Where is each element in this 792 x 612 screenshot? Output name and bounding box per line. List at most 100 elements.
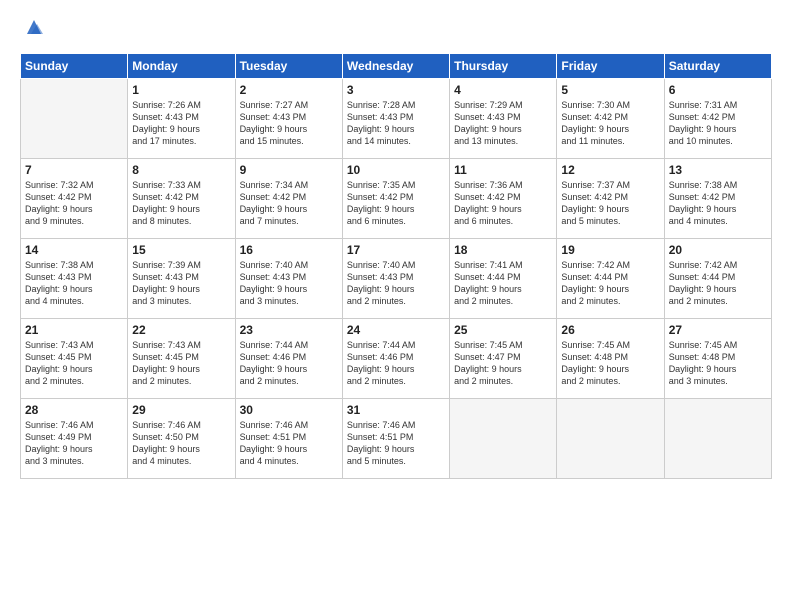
day-cell: 30Sunrise: 7:46 AM Sunset: 4:51 PM Dayli… (235, 399, 342, 479)
day-number: 8 (132, 163, 230, 177)
day-cell: 15 Sunrise: 7:39 AM Sunset: 4:43 PM Dayli… (128, 239, 235, 319)
header-cell-tuesday: Tuesday (235, 54, 342, 79)
day-info: Sunrise: 7:30 AM Sunset: 4:42 PM Dayligh… (561, 99, 659, 148)
day-number: 31 (347, 403, 445, 417)
day-cell: 10 Sunrise: 7:35 AM Sunset: 4:42 PM Dayli… (342, 159, 449, 239)
week-row-3: 14 Sunrise: 7:38 AM Sunset: 4:43 PM Dayli… (21, 239, 772, 319)
day-cell: 27 Sunrise: 7:45 AM Sunset: 4:48 PM Dayli… (664, 319, 771, 399)
day-cell (664, 399, 771, 479)
header-cell-monday: Monday (128, 54, 235, 79)
day-info: Sunrise: 7:34 AM Sunset: 4:42 PM Dayligh… (240, 179, 338, 228)
day-cell: 28Sunrise: 7:46 AM Sunset: 4:49 PM Dayli… (21, 399, 128, 479)
day-info: Sunrise: 7:42 AM Sunset: 4:44 PM Dayligh… (669, 259, 767, 308)
calendar-table: SundayMondayTuesdayWednesdayThursdayFrid… (20, 53, 772, 479)
day-info: Sunrise: 7:43 AM Sunset: 4:45 PM Dayligh… (25, 339, 123, 388)
day-number: 22 (132, 323, 230, 337)
day-cell: 19Sunrise: 7:42 AM Sunset: 4:44 PM Dayli… (557, 239, 664, 319)
day-info: Sunrise: 7:33 AM Sunset: 4:42 PM Dayligh… (132, 179, 230, 228)
day-cell: 2 Sunrise: 7:27 AM Sunset: 4:43 PM Daylig… (235, 79, 342, 159)
day-cell: 4Sunrise: 7:29 AM Sunset: 4:43 PM Daylig… (450, 79, 557, 159)
day-cell: 7 Sunrise: 7:32 AM Sunset: 4:42 PM Daylig… (21, 159, 128, 239)
day-number: 15 (132, 243, 230, 257)
day-cell: 3 Sunrise: 7:28 AM Sunset: 4:43 PM Daylig… (342, 79, 449, 159)
day-cell: 29Sunrise: 7:46 AM Sunset: 4:50 PM Dayli… (128, 399, 235, 479)
day-number: 5 (561, 83, 659, 97)
day-info: Sunrise: 7:38 AM Sunset: 4:43 PM Dayligh… (25, 259, 123, 308)
day-number: 24 (347, 323, 445, 337)
day-info: Sunrise: 7:45 AM Sunset: 4:48 PM Dayligh… (561, 339, 659, 388)
day-number: 10 (347, 163, 445, 177)
day-cell: 18 Sunrise: 7:41 AM Sunset: 4:44 PM Dayli… (450, 239, 557, 319)
day-info: Sunrise: 7:26 AM Sunset: 4:43 PM Dayligh… (132, 99, 230, 148)
day-cell (21, 79, 128, 159)
week-row-5: 28Sunrise: 7:46 AM Sunset: 4:49 PM Dayli… (21, 399, 772, 479)
day-info: Sunrise: 7:41 AM Sunset: 4:44 PM Dayligh… (454, 259, 552, 308)
day-cell: 16Sunrise: 7:40 AM Sunset: 4:43 PM Dayli… (235, 239, 342, 319)
header-cell-sunday: Sunday (21, 54, 128, 79)
day-info: Sunrise: 7:45 AM Sunset: 4:47 PM Dayligh… (454, 339, 552, 388)
day-number: 30 (240, 403, 338, 417)
day-number: 20 (669, 243, 767, 257)
week-row-1: 1 Sunrise: 7:26 AM Sunset: 4:43 PM Daylig… (21, 79, 772, 159)
day-number: 23 (240, 323, 338, 337)
day-cell (557, 399, 664, 479)
day-cell: 22 Sunrise: 7:43 AM Sunset: 4:45 PM Dayli… (128, 319, 235, 399)
day-cell: 6 Sunrise: 7:31 AM Sunset: 4:42 PM Daylig… (664, 79, 771, 159)
day-info: Sunrise: 7:46 AM Sunset: 4:51 PM Dayligh… (347, 419, 445, 468)
week-row-4: 21 Sunrise: 7:43 AM Sunset: 4:45 PM Dayli… (21, 319, 772, 399)
day-cell: 12 Sunrise: 7:37 AM Sunset: 4:42 PM Dayli… (557, 159, 664, 239)
day-info: Sunrise: 7:45 AM Sunset: 4:48 PM Dayligh… (669, 339, 767, 388)
day-cell: 11 Sunrise: 7:36 AM Sunset: 4:42 PM Dayli… (450, 159, 557, 239)
day-cell: 14 Sunrise: 7:38 AM Sunset: 4:43 PM Dayli… (21, 239, 128, 319)
day-number: 17 (347, 243, 445, 257)
day-info: Sunrise: 7:40 AM Sunset: 4:43 PM Dayligh… (347, 259, 445, 308)
day-number: 27 (669, 323, 767, 337)
day-number: 21 (25, 323, 123, 337)
day-number: 18 (454, 243, 552, 257)
day-info: Sunrise: 7:39 AM Sunset: 4:43 PM Dayligh… (132, 259, 230, 308)
logo (20, 18, 45, 43)
day-info: Sunrise: 7:27 AM Sunset: 4:43 PM Dayligh… (240, 99, 338, 148)
day-number: 16 (240, 243, 338, 257)
day-number: 6 (669, 83, 767, 97)
day-cell: 20 Sunrise: 7:42 AM Sunset: 4:44 PM Dayli… (664, 239, 771, 319)
day-number: 26 (561, 323, 659, 337)
day-number: 3 (347, 83, 445, 97)
day-info: Sunrise: 7:43 AM Sunset: 4:45 PM Dayligh… (132, 339, 230, 388)
day-number: 2 (240, 83, 338, 97)
day-info: Sunrise: 7:44 AM Sunset: 4:46 PM Dayligh… (240, 339, 338, 388)
day-number: 11 (454, 163, 552, 177)
day-cell: 31 Sunrise: 7:46 AM Sunset: 4:51 PM Dayli… (342, 399, 449, 479)
header (20, 18, 772, 43)
day-cell: 23 Sunrise: 7:44 AM Sunset: 4:46 PM Dayli… (235, 319, 342, 399)
day-info: Sunrise: 7:31 AM Sunset: 4:42 PM Dayligh… (669, 99, 767, 148)
day-info: Sunrise: 7:32 AM Sunset: 4:42 PM Dayligh… (25, 179, 123, 228)
day-cell: 9 Sunrise: 7:34 AM Sunset: 4:42 PM Daylig… (235, 159, 342, 239)
week-row-2: 7 Sunrise: 7:32 AM Sunset: 4:42 PM Daylig… (21, 159, 772, 239)
day-cell: 17 Sunrise: 7:40 AM Sunset: 4:43 PM Dayli… (342, 239, 449, 319)
header-cell-saturday: Saturday (664, 54, 771, 79)
day-cell: 1 Sunrise: 7:26 AM Sunset: 4:43 PM Daylig… (128, 79, 235, 159)
day-number: 13 (669, 163, 767, 177)
day-info: Sunrise: 7:35 AM Sunset: 4:42 PM Dayligh… (347, 179, 445, 228)
day-info: Sunrise: 7:28 AM Sunset: 4:43 PM Dayligh… (347, 99, 445, 148)
day-number: 1 (132, 83, 230, 97)
day-info: Sunrise: 7:38 AM Sunset: 4:42 PM Dayligh… (669, 179, 767, 228)
day-info: Sunrise: 7:36 AM Sunset: 4:42 PM Dayligh… (454, 179, 552, 228)
day-info: Sunrise: 7:46 AM Sunset: 4:50 PM Dayligh… (132, 419, 230, 468)
day-cell: 24 Sunrise: 7:44 AM Sunset: 4:46 PM Dayli… (342, 319, 449, 399)
day-cell: 8 Sunrise: 7:33 AM Sunset: 4:42 PM Daylig… (128, 159, 235, 239)
day-number: 12 (561, 163, 659, 177)
day-cell: 13 Sunrise: 7:38 AM Sunset: 4:42 PM Dayli… (664, 159, 771, 239)
day-info: Sunrise: 7:44 AM Sunset: 4:46 PM Dayligh… (347, 339, 445, 388)
header-cell-thursday: Thursday (450, 54, 557, 79)
day-number: 14 (25, 243, 123, 257)
day-info: Sunrise: 7:29 AM Sunset: 4:43 PM Dayligh… (454, 99, 552, 148)
day-info: Sunrise: 7:46 AM Sunset: 4:49 PM Dayligh… (25, 419, 123, 468)
day-number: 9 (240, 163, 338, 177)
day-cell: 25 Sunrise: 7:45 AM Sunset: 4:47 PM Dayli… (450, 319, 557, 399)
page: SundayMondayTuesdayWednesdayThursdayFrid… (0, 0, 792, 612)
day-number: 25 (454, 323, 552, 337)
day-number: 7 (25, 163, 123, 177)
day-info: Sunrise: 7:37 AM Sunset: 4:42 PM Dayligh… (561, 179, 659, 228)
